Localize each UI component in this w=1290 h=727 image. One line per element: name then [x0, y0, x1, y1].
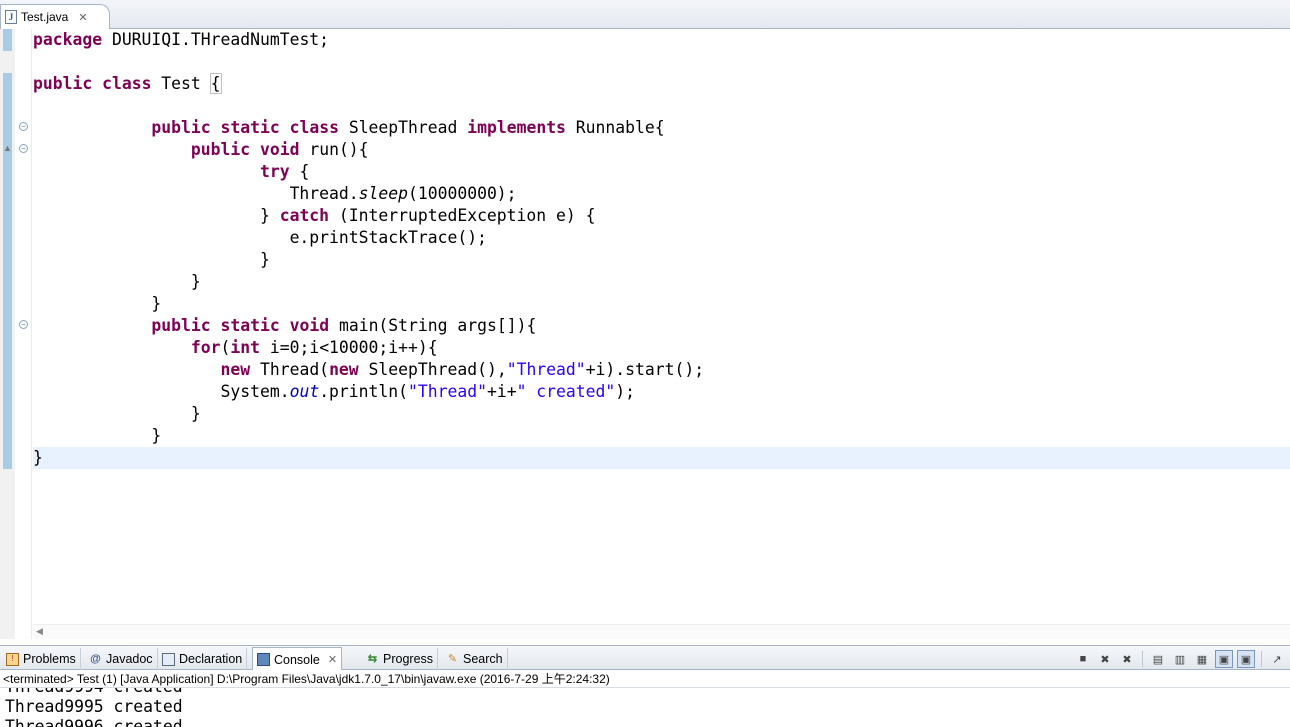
code-line: } — [33, 272, 201, 291]
code-line: Thread.sleep(10000000); — [33, 184, 517, 203]
console-line: Thread9996 created — [5, 717, 183, 727]
left-ruler: ▲ — [0, 29, 15, 639]
console-output[interactable]: Thread9994 created Thread9995 created Th… — [0, 688, 1290, 727]
warning-marker-icon: ▲ — [3, 143, 12, 153]
problems-icon: ! — [6, 652, 19, 666]
console-toolbar: ■ ✖ ✖ ▤ ▥ ▦ ▣ ▣ ↗ — [1074, 650, 1290, 668]
tab-problems[interactable]: ! Problems — [2, 648, 81, 670]
quick-diff-bar — [3, 73, 12, 469]
tab-console[interactable]: Console ✕ — [252, 647, 343, 671]
code-line: for(int i=0;i<10000;i++){ — [190, 338, 438, 357]
declaration-icon — [162, 652, 175, 666]
code-line: new Thread(new SleepThread(),"Thread"+i)… — [220, 360, 705, 379]
code-line: } — [33, 250, 270, 269]
code-line: } catch (InterruptedException e) { — [33, 206, 596, 225]
code-line: } — [33, 426, 162, 445]
code-line: } — [33, 294, 162, 313]
toolbar-separator — [1261, 651, 1262, 667]
show-console-on-output-icon[interactable]: ▣ — [1215, 650, 1233, 668]
close-icon[interactable]: ✕ — [328, 653, 337, 666]
console-line: Thread9995 created — [5, 697, 183, 716]
java-file-icon: J — [5, 10, 17, 24]
scroll-lock-icon[interactable]: ▥ — [1171, 650, 1189, 668]
code-editor[interactable]: ▲ − − − package DURUIQI.THreadNumTest; pu… — [0, 29, 1290, 639]
editor-tab-label: Test.java — [21, 10, 69, 24]
scroll-left-arrow-icon[interactable]: ◀ — [36, 626, 43, 637]
javadoc-icon: @ — [90, 652, 101, 665]
tab-search-label: Search — [463, 652, 503, 666]
progress-icon: ⇆ — [367, 652, 378, 665]
fold-collapse-icon[interactable]: − — [19, 144, 28, 153]
folding-ruler: − − − — [15, 29, 32, 639]
editor-tab-test-java[interactable]: J Test.java ✕ — [0, 4, 110, 29]
code-line: public static class SleepThread implemen… — [151, 118, 665, 137]
tab-progress-label: Progress — [383, 652, 434, 666]
horizontal-scrollbar[interactable]: ◀ — [33, 624, 1290, 639]
tab-javadoc-label: Javadoc — [106, 652, 153, 666]
tab-declaration[interactable]: Declaration — [158, 648, 248, 670]
code-line: try { — [259, 162, 310, 181]
tab-problems-label: Problems — [23, 652, 76, 666]
close-icon[interactable]: ✕ — [78, 11, 87, 24]
tab-progress[interactable]: ⇆ Progress — [362, 648, 439, 670]
console-line: Thread9994 created — [5, 688, 183, 697]
code-line: } — [33, 448, 43, 467]
search-icon: ✎ — [447, 652, 458, 665]
console-launch-header: <terminated> Test (1) [Java Application]… — [0, 670, 1290, 688]
editor-tab-bar: J Test.java ✕ — [0, 0, 1290, 29]
code-line: public static void main(String args[]){ — [151, 316, 537, 335]
toolbar-separator — [1142, 651, 1143, 667]
code-line: System.out.println("Thread"+i+" created"… — [33, 382, 635, 401]
console-icon — [257, 653, 270, 666]
quick-diff-bar — [3, 29, 12, 51]
code-line: public void run(){ — [190, 140, 369, 159]
tab-javadoc[interactable]: @ Javadoc — [85, 648, 158, 670]
fold-collapse-icon[interactable]: − — [19, 122, 28, 131]
code-line: } — [33, 404, 201, 423]
pin-console-icon[interactable]: ↗ — [1268, 650, 1286, 668]
code-line: package DURUIQI.THreadNumTest; — [33, 30, 330, 49]
code-line: public class Test { — [33, 73, 222, 94]
terminate-icon[interactable]: ■ — [1074, 650, 1092, 668]
bottom-views-tab-bar: ! Problems @ Javadoc Declaration Console… — [0, 645, 1290, 671]
remove-launch-icon[interactable]: ✖ — [1096, 650, 1114, 668]
show-console-on-error-icon[interactable]: ▣ — [1237, 650, 1255, 668]
tab-declaration-label: Declaration — [179, 652, 243, 666]
current-line-highlight — [33, 447, 1290, 469]
remove-all-terminated-icon[interactable]: ✖ — [1118, 650, 1136, 668]
clear-console-icon[interactable]: ▤ — [1149, 650, 1167, 668]
word-wrap-icon[interactable]: ▦ — [1193, 650, 1211, 668]
code-line: e.printStackTrace(); — [33, 228, 487, 247]
tab-search[interactable]: ✎ Search — [442, 648, 508, 670]
tab-console-label: Console — [274, 652, 320, 667]
code-text-area[interactable]: package DURUIQI.THreadNumTest; public cla… — [33, 29, 1290, 624]
fold-collapse-icon[interactable]: − — [19, 320, 28, 329]
